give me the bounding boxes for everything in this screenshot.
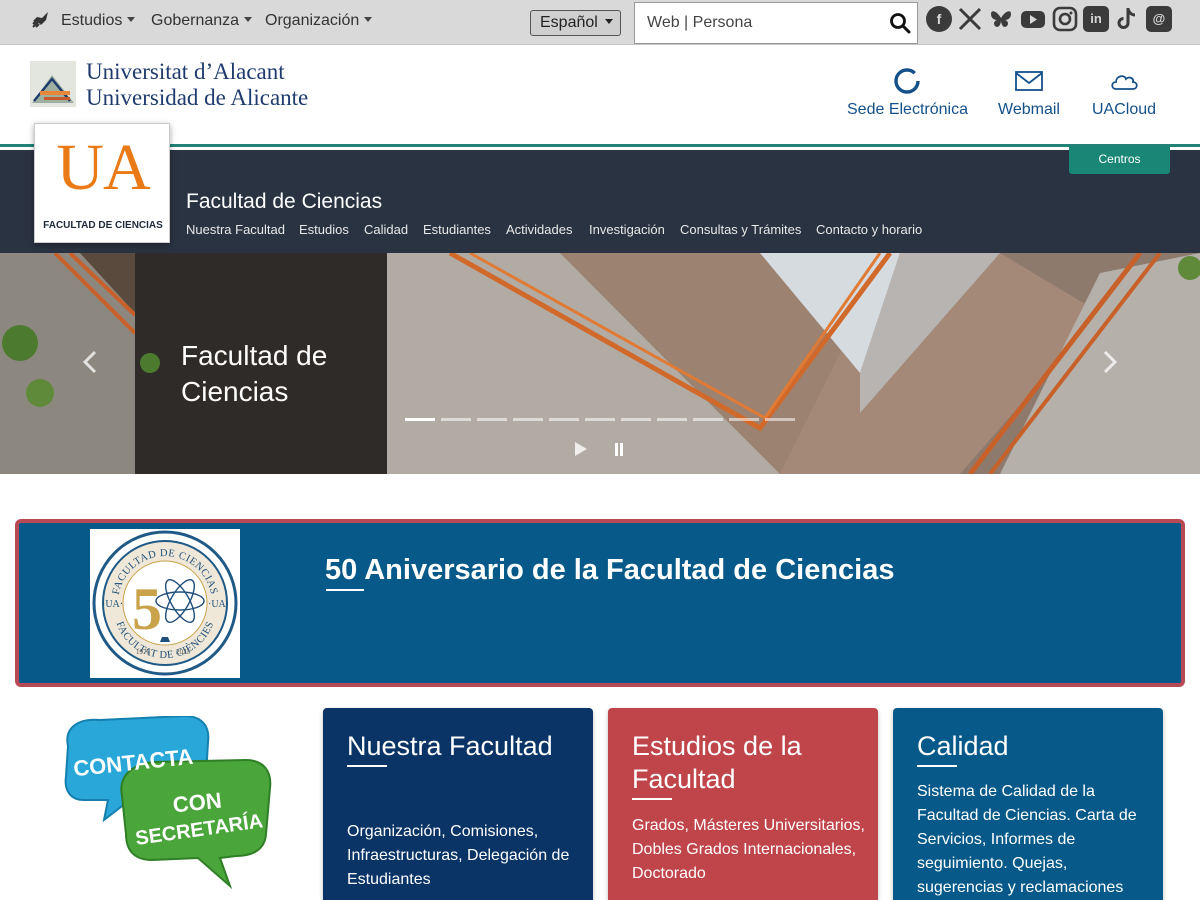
carousel-indicator[interactable]	[729, 418, 759, 421]
carousel-indicator[interactable]	[549, 418, 579, 421]
faculty-nav-nuestra-facultad[interactable]: Nuestra Facultad	[186, 222, 285, 237]
language-selector[interactable]: Español	[530, 10, 621, 36]
seal-emblem-icon: FACULTAD DE CIENCIAS FACULTAT DE CIÈNCIE…	[92, 530, 238, 676]
carousel-indicator[interactable]	[585, 418, 615, 421]
anniversary-seal[interactable]: FACULTAD DE CIENCIAS FACULTAT DE CIÈNCIE…	[90, 529, 240, 678]
sede-electronica-icon	[894, 68, 921, 94]
topnav-estudios[interactable]: Estudios	[61, 12, 136, 30]
topnav-organizacion[interactable]: Organización	[265, 12, 373, 30]
svg-text:1975: 1975	[136, 648, 151, 656]
envelope-icon	[1015, 71, 1043, 91]
tiktok-icon[interactable]	[1114, 6, 1140, 32]
pause-icon[interactable]	[614, 443, 624, 456]
linkedin-icon[interactable]: in	[1083, 6, 1109, 32]
card-nuestra-facultad[interactable]: Nuestra Facultad Organización, Comisione…	[323, 708, 593, 900]
site-header: Universitat d’Alacant Universidad de Ali…	[0, 45, 1200, 147]
x-icon[interactable]	[957, 6, 983, 32]
anniversary-title[interactable]: 50 Aniversario de la Facultad de Ciencia…	[325, 554, 895, 587]
faculty-nav-estudiantes[interactable]: Estudiantes	[423, 222, 491, 237]
play-icon[interactable]	[574, 442, 588, 456]
centros-button[interactable]: Centros	[1069, 147, 1170, 174]
card-calidad[interactable]: Calidad Sistema de Calidad de la Faculta…	[893, 708, 1163, 900]
faculty-nav-calidad[interactable]: Calidad	[364, 222, 408, 237]
title-underline	[326, 589, 364, 591]
faculty-nav-actividades[interactable]: Actividades	[506, 222, 572, 237]
faculty-logo[interactable]: UA FACULTAD DE CIENCIAS	[34, 123, 170, 243]
carousel-indicator[interactable]	[693, 418, 723, 421]
instagram-icon[interactable]	[1052, 6, 1078, 32]
card-underline	[917, 765, 957, 767]
contacta-secretaria-button[interactable]: CONTACTA CON SECRETARÍA	[60, 714, 290, 900]
svg-text:5: 5	[132, 576, 162, 642]
caret-down-icon	[604, 19, 613, 24]
top-bar: Estudios Gobernanza Organización Español…	[0, 0, 1200, 45]
topnav-gobernanza[interactable]: Gobernanza	[151, 12, 253, 30]
faculty-band	[0, 150, 1200, 253]
faculty-title[interactable]: Facultad de Ciencias	[186, 190, 382, 214]
hero-caption: Facultad de Ciencias	[181, 340, 328, 407]
hero-image	[0, 253, 1200, 474]
search-input[interactable]	[635, 3, 885, 43]
bluesky-icon[interactable]	[988, 6, 1014, 32]
carousel-indicator[interactable]	[441, 418, 471, 421]
uacloud-link[interactable]: UACloud	[1092, 67, 1156, 119]
facebook-icon[interactable]: f	[926, 6, 952, 32]
hero-carousel	[0, 253, 1200, 474]
svg-text:CON: CON	[172, 788, 223, 818]
search-box	[634, 2, 918, 44]
carousel-indicator[interactable]	[513, 418, 543, 421]
carousel-indicator[interactable]	[621, 418, 651, 421]
card-underline	[347, 765, 387, 767]
speech-bubbles-icon: CONTACTA CON SECRETARÍA	[64, 714, 272, 890]
rocket-icon[interactable]	[30, 10, 50, 30]
youtube-icon[interactable]	[1020, 6, 1046, 32]
caret-down-icon	[364, 17, 373, 22]
carousel-indicator[interactable]	[765, 418, 795, 421]
carousel-indicator[interactable]	[405, 418, 435, 421]
svg-text:2025: 2025	[176, 648, 191, 656]
carousel-next-icon[interactable]	[1100, 350, 1120, 374]
carousel-prev-icon[interactable]	[80, 350, 100, 374]
search-icon[interactable]	[889, 12, 911, 34]
card-estudios[interactable]: Estudios de la Facultad Grados, Másteres…	[608, 708, 878, 900]
svg-text:·UA·: ·UA·	[102, 599, 123, 610]
faculty-nav-investigacion[interactable]: Investigación	[589, 222, 665, 237]
card-underline	[632, 798, 672, 800]
cloud-icon	[1111, 75, 1138, 90]
carousel-indicator[interactable]	[657, 418, 687, 421]
sede-electronica-link[interactable]: Sede Electrónica	[847, 67, 968, 119]
carousel-indicator[interactable]	[477, 418, 507, 421]
webmail-link[interactable]: Webmail	[998, 67, 1060, 119]
university-logo-icon[interactable]	[30, 61, 76, 107]
caret-down-icon	[127, 17, 136, 22]
faculty-nav-consultas[interactable]: Consultas y Trámites	[680, 222, 801, 237]
svg-text:·UA·: ·UA·	[208, 599, 229, 610]
faculty-nav-estudios[interactable]: Estudios	[299, 222, 349, 237]
faculty-nav-contacto[interactable]: Contacto y horario	[816, 222, 922, 237]
caret-down-icon	[244, 17, 253, 22]
university-name[interactable]: Universitat d’Alacant Universidad de Ali…	[86, 59, 308, 111]
threads-icon[interactable]: @	[1146, 6, 1172, 32]
